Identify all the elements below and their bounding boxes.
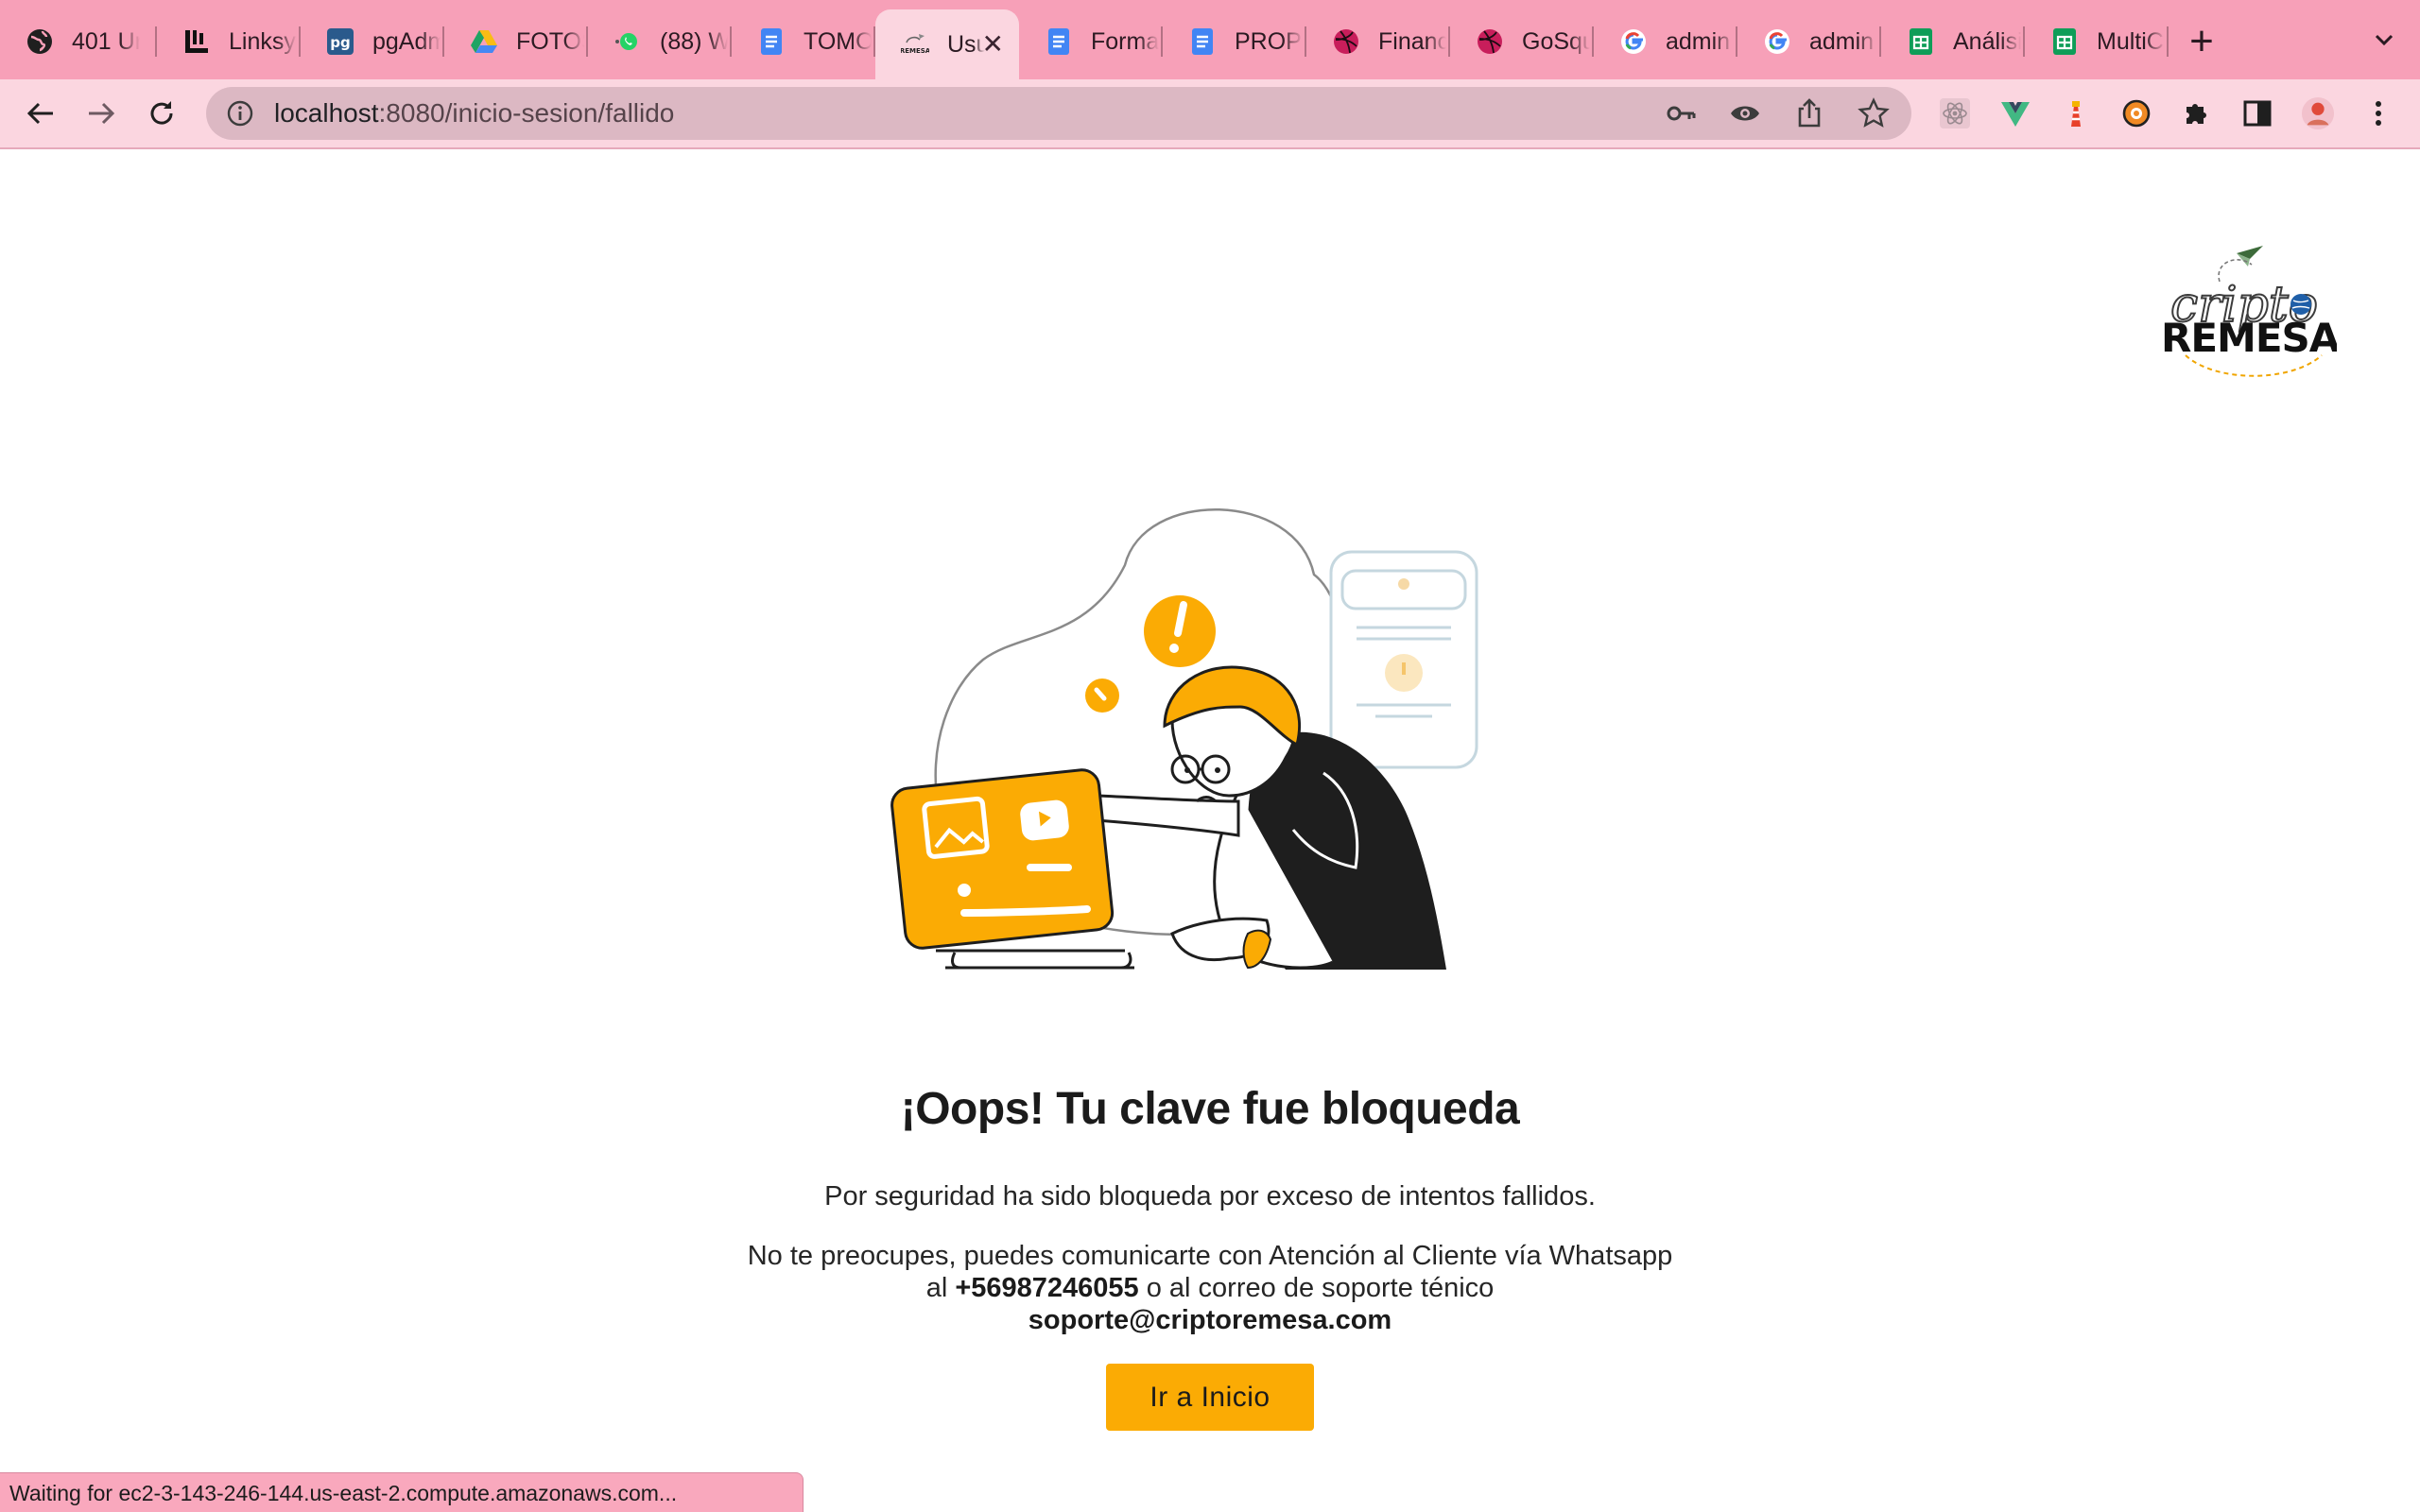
laptop-icon <box>890 768 1134 970</box>
tab-title: PROPU <box>1235 27 1303 55</box>
tab-title: admin <box>1809 27 1875 55</box>
tab-fotos[interactable]: FOTOS <box>444 9 588 74</box>
dribbble-icon <box>1331 26 1361 57</box>
google-docs-icon <box>1187 26 1218 57</box>
vue-devtools-icon[interactable] <box>1998 96 2032 130</box>
tab-title: GoSqu <box>1522 27 1590 55</box>
tab-title: pgAdm <box>372 27 441 55</box>
support-email[interactable]: soporte@criptoremesa.com <box>1028 1305 1392 1335</box>
tab-forma[interactable]: Forma <box>1019 9 1163 74</box>
go-home-button[interactable]: Ir a Inicio <box>1106 1364 1314 1431</box>
reload-button[interactable] <box>132 84 191 143</box>
arrow-left-icon <box>26 102 53 125</box>
address-bar[interactable]: localhost:8080/inicio-sesion/fallido <box>206 87 1911 140</box>
share-icon[interactable] <box>1792 96 1826 130</box>
linksy-icon <box>182 26 212 57</box>
tab-title: admin <box>1666 27 1731 55</box>
url-host: localhost <box>274 98 379 128</box>
tab-multic[interactable]: MultiC <box>2025 9 2169 74</box>
locked-account-illustration <box>889 490 1531 981</box>
tab-title: TOMO <box>804 27 872 55</box>
google-icon <box>1618 26 1649 57</box>
react-devtools-icon[interactable] <box>1938 96 1972 130</box>
exclamation-alert-icon <box>1144 595 1216 667</box>
arrow-right-icon <box>89 102 115 125</box>
browser-status-bar: Waiting for ec2-3-143-246-144.us-east-2.… <box>0 1472 804 1512</box>
site-info-icon[interactable] <box>225 98 255 129</box>
tab-whatsapp[interactable]: (88) W <box>588 9 732 74</box>
tab-linksy[interactable]: Linksy <box>157 9 301 74</box>
tab-title: Forma <box>1091 27 1159 55</box>
tab-title: Usu <box>947 30 985 58</box>
tab-401[interactable]: 401 Ur <box>0 9 157 74</box>
tab-title: 401 Ur <box>72 27 140 55</box>
reload-icon <box>150 101 173 125</box>
globe-icon <box>25 26 55 57</box>
tab-title: Análisi <box>1953 27 2021 55</box>
tab-title: Linksy <box>229 27 296 55</box>
extension-circle-icon[interactable] <box>2119 96 2153 130</box>
svg-text:REMESA: REMESA <box>901 47 929 55</box>
close-tab-icon[interactable]: ✕ <box>982 31 1004 58</box>
tab-propu[interactable]: PROPU <box>1163 9 1306 74</box>
bookmark-star-icon[interactable] <box>1857 96 1891 130</box>
tab-usuario-active[interactable]: REMESA Usu ✕ <box>875 9 1019 79</box>
dribbble-icon <box>1475 26 1505 57</box>
pgadmin-icon: pg <box>325 26 355 57</box>
browser-toolbar: localhost:8080/inicio-sesion/fallido <box>0 79 2420 149</box>
tab-title: (88) W <box>660 27 728 55</box>
document-card-icon <box>1329 550 1478 769</box>
google-drive-icon <box>469 26 499 57</box>
tab-title: FOTOS <box>516 27 584 55</box>
back-button[interactable] <box>11 84 70 143</box>
logo-text-remesa: REMESA <box>2161 315 2337 361</box>
side-panel-icon[interactable] <box>2240 96 2274 130</box>
url-text[interactable]: localhost:8080/inicio-sesion/fallido <box>274 98 674 129</box>
tab-pgadmin[interactable]: pg pgAdm <box>301 9 444 74</box>
google-docs-icon <box>756 26 786 57</box>
whatsapp-icon <box>613 26 643 57</box>
url-path: :8080/inicio-sesion/fallido <box>378 98 675 128</box>
cripto-remesa-logo: cripto REMESA <box>2161 240 2342 380</box>
profile-avatar[interactable] <box>2301 96 2335 130</box>
support-phone[interactable]: +56987246055 <box>955 1273 1138 1303</box>
more-menu-icon[interactable] <box>2361 96 2395 130</box>
tab-title: Financ <box>1378 27 1446 55</box>
google-icon <box>1762 26 1792 57</box>
tab-tomo[interactable]: TOMO <box>732 9 875 74</box>
google-docs-icon <box>1044 26 1074 57</box>
tab-analisis[interactable]: Análisi <box>1881 9 2025 74</box>
tab-admin-1[interactable]: admin <box>1594 9 1737 74</box>
google-sheets-icon <box>1906 26 1936 57</box>
google-sheets-icon <box>2049 26 2080 57</box>
page-title: ¡Oops! Tu clave fue bloqueda <box>900 1084 1520 1134</box>
tab-strip: 401 Ur Linksy pg pgAdm FOTOS (88) W TOMO… <box>0 0 2420 79</box>
forward-button[interactable] <box>72 84 130 143</box>
lighthouse-icon[interactable] <box>2059 96 2093 130</box>
tab-search-chevron-icon[interactable] <box>2369 25 2399 55</box>
small-exclamation-icon <box>1085 679 1119 713</box>
blocked-message: Por seguridad ha sido bloqueda por exces… <box>824 1181 1596 1211</box>
cripto-remesa-icon: REMESA <box>900 29 930 60</box>
tab-gosqu[interactable]: GoSqu <box>1450 9 1594 74</box>
key-icon[interactable] <box>1664 96 1698 130</box>
tab-title: MultiC <box>2097 27 2164 55</box>
svg-text:pg: pg <box>330 34 350 51</box>
extensions-puzzle-icon[interactable] <box>2180 96 2214 130</box>
new-tab-button[interactable]: + <box>2169 9 2235 74</box>
eye-icon[interactable] <box>1728 96 1762 130</box>
support-contact-message: No te preocupes, puedes comunicarte con … <box>737 1240 1683 1336</box>
tab-financ[interactable]: Financ <box>1306 9 1450 74</box>
contact-middle: o al correo de soporte ténico <box>1138 1273 1495 1303</box>
tab-admin-2[interactable]: admin <box>1737 9 1881 74</box>
